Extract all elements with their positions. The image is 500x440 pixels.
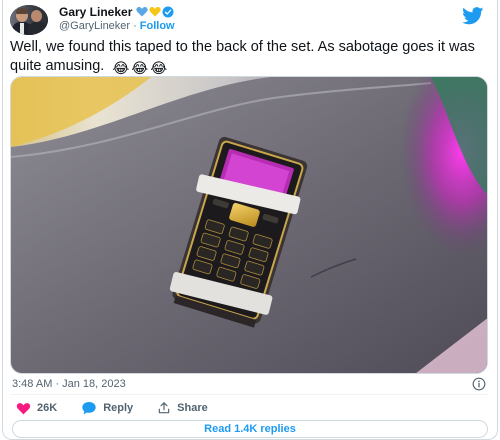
tweet-body: Well, we found this taped to the back of… [10,39,475,74]
author-handle-row: @GaryLineker · Follow [59,20,175,32]
tweet-actions: 26K Reply Share [16,400,232,416]
blue-heart-icon [136,7,148,17]
read-replies-button[interactable]: Read 1.4K replies [12,420,488,438]
author-handle[interactable]: @GaryLineker [59,20,130,32]
tweet-timestamp[interactable]: 3:48 AM · Jan 18, 2023 [12,378,126,390]
info-icon[interactable] [472,377,486,391]
divider [10,394,488,395]
share-button[interactable]: Share [157,401,208,415]
heart-icon [16,402,31,414]
share-label: Share [177,402,208,414]
tweet-header: Gary Lineker @GaryLineker · Follow [10,3,490,37]
photo-mobile-phone-taped [11,77,487,373]
follow-link[interactable]: Follow [140,20,175,32]
tweet-photo[interactable] [10,76,488,374]
yellow-heart-icon [149,7,161,17]
twitter-bird-icon[interactable] [462,7,484,25]
author-name-row: Gary Lineker [59,5,174,19]
author-badges [136,6,174,18]
like-count: 26K [37,402,58,414]
reply-label: Reply [103,402,134,414]
separator-dot: · [133,20,137,32]
read-replies-label: Read 1.4K replies [204,423,296,435]
reply-button[interactable]: Reply [81,401,133,415]
verified-badge-icon [162,6,174,18]
like-button[interactable]: 26K [16,402,57,415]
share-icon [158,402,170,414]
author-name[interactable]: Gary Lineker [59,5,132,19]
avatar[interactable] [10,5,48,35]
tweet-text: Well, we found this taped to the back of… [10,38,490,79]
reply-bubble-icon [82,401,96,415]
